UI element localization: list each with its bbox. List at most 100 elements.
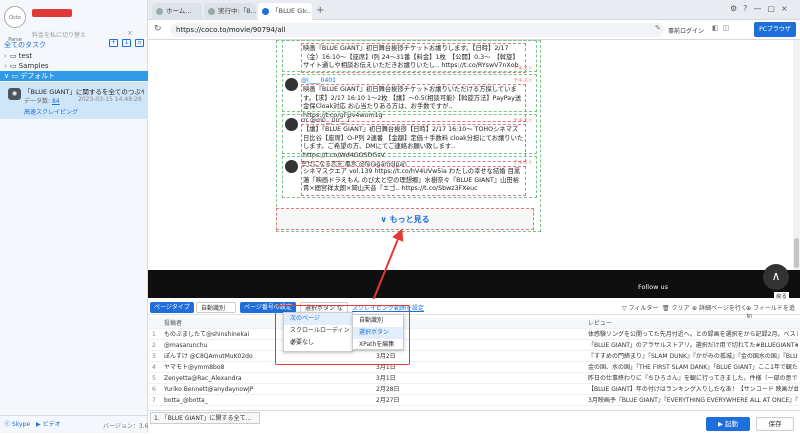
folder-icon: ▭ (9, 62, 19, 70)
username-redacted (32, 9, 72, 17)
detail-page-label: 詳細ページを行く (698, 305, 747, 312)
tweet-handle-link[interactable]: @i____0401 (301, 77, 336, 84)
tab-blue-giant[interactable]: 「BLUE GI... × (258, 3, 312, 20)
filter-label: フィルター (628, 305, 659, 312)
cell-author: ものぶましたて@shinshinekai (164, 331, 250, 338)
table-row[interactable]: 3 ぽんすけ @C8QAmutMuK02do 3月2日 『すすめの門締まり』『SLAM… (148, 351, 800, 362)
avatar (285, 118, 298, 131)
table-row[interactable]: 4 ヤマモト@ymm8bo8 3月1日 金の国、水の国」「THE FIRST SLAM… (148, 362, 800, 373)
tab-home[interactable]: ホーム... (152, 3, 202, 20)
video-link[interactable]: ビデオ (43, 421, 61, 428)
cell-review: 『すすめの門締まり』『SLAM DUNK』『かがみの孤城』『金の国水の国』『BL… (588, 353, 798, 360)
pre-login-button[interactable]: 事前ログイン (668, 26, 704, 35)
table-row[interactable]: 2 @masarunchu 「BLUE GIANT」のアラサルストアリ。選択だけ用で… (148, 340, 800, 351)
cell-review: 金の国、水の国」「THE FIRST SLAM DANK」「BLUE GIANT… (588, 364, 798, 371)
close-icon[interactable]: × (127, 29, 133, 37)
close-tab-icon[interactable]: × (303, 3, 308, 20)
save-button[interactable]: 保存 (756, 417, 794, 431)
column-author[interactable]: 投稿者 (164, 318, 254, 329)
task-tab[interactable]: 1. 「BLUE GIANT」に関する全て... (150, 412, 260, 424)
folder-test[interactable]: › ▭ test (4, 52, 32, 60)
page-scrollbar[interactable] (793, 40, 800, 270)
folder-default[interactable]: ∨ ▭ デフォルト (0, 71, 148, 81)
link-icon: ⊕ (692, 305, 699, 312)
data-count-label: データ数: (24, 98, 51, 105)
all-tasks-header[interactable]: 全てのタスク (4, 40, 46, 50)
field-label: テキスト (513, 160, 533, 166)
new-task-icon[interactable]: + (109, 39, 118, 47)
field-label: テキスト (513, 78, 533, 84)
row-number: 2 (152, 342, 156, 349)
task-date: 2023-03-15 14:48:26 (78, 96, 142, 103)
task-data-count: データ数: 84 (24, 96, 60, 105)
table-row[interactable]: 5 Zenyetta@Rac_Alexandra 3月1日 昨日の仕事終わりに『ちひろ… (148, 373, 800, 384)
new-tab-button[interactable]: + (316, 5, 324, 16)
show-more-button[interactable]: ∨ もっと見る (276, 208, 534, 230)
favicon-icon (156, 8, 163, 15)
folder-add-icon[interactable]: ▫ (135, 39, 144, 47)
cell-date: 2月28日 (376, 386, 400, 393)
clear-label: クリア (671, 305, 690, 312)
folder-icon: ▭ (9, 52, 19, 60)
tweet-item[interactable]: @i____0401 映画『BLUE GIANT』初日舞台挨拶チケットお譲りいた… (282, 74, 537, 122)
field-label: テキスト (513, 118, 533, 124)
tweet-item[interactable]: 幸せになる恋を 風水 @feragamoJpan シネマスクエア vol.139… (282, 156, 537, 198)
tab-running[interactable]: 実行中:「B... (204, 3, 256, 20)
cell-review: 3月映画予『BLUE GIANT』『EVERYTHING EVERYWHERE … (588, 397, 798, 404)
url-input[interactable]: https://coco.to/movie/90794/all (170, 23, 664, 37)
window-controls[interactable]: ⚙?—▢× (730, 4, 794, 13)
tweet-item[interactable]: rrr @m0__0rr__7 【譲】『BLUE GIANT』初日舞台挨拶【日時… (282, 114, 537, 162)
tweet-item[interactable]: 映画『BLUE GIANT』初日舞台挨拶チケットお譲りします。【日時】2/17（… (282, 40, 537, 73)
trash-icon: 🗑 (662, 305, 672, 312)
reload-icon[interactable]: ↻ (154, 24, 162, 34)
page-type-select[interactable]: 自動識別 (196, 302, 236, 313)
table-row[interactable]: 7 botta_@botta_ 2月27日 3月映画予『BLUE GIANT』『EVE… (148, 395, 800, 406)
start-button[interactable]: ▶ 起動 (706, 417, 750, 431)
tab-label: 実行中:「B... (218, 7, 256, 15)
task-mode: 高速スクレイピング (24, 109, 79, 116)
skype-link[interactable]: Skype (12, 421, 30, 428)
column-review[interactable]: レビュー (588, 318, 798, 329)
cell-date: 2月27日 (376, 397, 400, 404)
table-row[interactable]: 1 ものぶましたて@shinshinekai 体感験ソングを公開ってた先月付近へ。と… (148, 329, 800, 340)
tab-label: ホーム... (166, 7, 192, 15)
data-count-value[interactable]: 84 (52, 98, 60, 105)
table-row[interactable]: 6 Yuriko Bennett@anydaynowJP 2月28日 【BLUE GI… (148, 384, 800, 395)
favicon-icon (208, 8, 215, 15)
cell-review: 「BLUE GIANT」のアラサルストアリ。選択だけ用で切れてた#BLUEGIA… (588, 342, 798, 349)
row-number: 6 (152, 386, 156, 393)
tweet-handle[interactable]: rrr @m0__0rr__7 (301, 117, 350, 124)
cell-review: 昨日の仕事終わりに『ちひろさん』を観に行ってきました。件様（一部の意で住なく、殿 (588, 375, 798, 382)
scroll-top-button[interactable]: ∧ (763, 264, 789, 290)
import-icon[interactable]: ↓ (122, 39, 131, 47)
tweet-text: 映画『BLUE GIANT』初日舞台挨拶チケットお譲りします。【日時】2/17（… (301, 43, 526, 73)
filter-button[interactable]: ▽ フィルター (622, 303, 658, 312)
task-title[interactable]: 「BLUE GIANT」に関するを全てのつぶやき... (24, 86, 144, 96)
row-number: 5 (152, 375, 156, 382)
robot-icon: ◉ (8, 88, 21, 100)
cell-author: Zenyetta@Rac_Alexandra (164, 375, 242, 382)
clear-button[interactable]: 🗑 クリア (662, 303, 690, 312)
cell-date: 3月1日 (376, 375, 396, 382)
favicon-icon (262, 8, 269, 15)
row-number: 7 (152, 397, 156, 404)
cell-author: ヤマモト@ymm8bo8 (164, 364, 225, 371)
folder-samples[interactable]: › ▭ Samples (4, 62, 49, 70)
follow-us-text: Follow us (638, 283, 668, 291)
pc-browser-button[interactable]: PCブラウザ (754, 22, 796, 37)
cell-author: @masarunchu (164, 342, 208, 349)
cell-review: 体感験ソングを公開ってた先月付近へ。との録画を選択をから記録2月。ベスト10は「… (588, 331, 798, 338)
chevron-right-icon: › (4, 62, 7, 70)
row-number: 4 (152, 364, 156, 371)
plan-switch-link[interactable]: 料金を私に切り替え (32, 30, 86, 39)
page-scrollbar-thumb[interactable] (794, 238, 799, 268)
chevron-right-icon: › (4, 52, 7, 60)
detail-page-button[interactable]: ⊕ 詳細ページを行く (692, 303, 747, 312)
plus-icon: ⊕ (746, 305, 753, 312)
edit-icon[interactable]: ✎ (655, 24, 661, 32)
octoparse-logo: Octo Parse (4, 6, 26, 43)
folder-label: デフォルト (20, 72, 56, 80)
row-number: 3 (152, 353, 156, 360)
toolbar-icons[interactable]: ◧◫ (712, 24, 733, 32)
folder-label: test (18, 52, 33, 60)
